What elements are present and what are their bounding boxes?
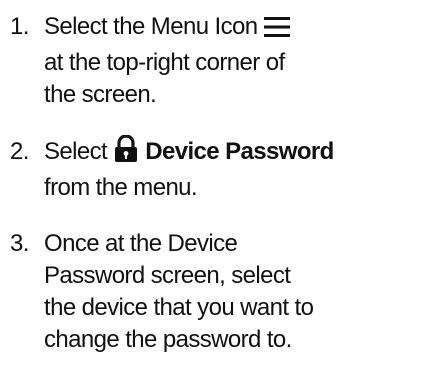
step-1-text: Select the Menu Icon xyxy=(44,13,258,40)
step-1-line-3: the screen. xyxy=(44,81,157,108)
lock-icon xyxy=(113,134,139,172)
step-3-number: 3. xyxy=(10,230,29,257)
step-1-line-2: at the top-right corner of xyxy=(44,49,285,76)
step-3-text: Once at the Device xyxy=(44,230,238,257)
step-2-number: 2. xyxy=(10,138,29,165)
step-3-line-2: Password screen, select xyxy=(44,262,291,289)
step-2-line-2: from the menu. xyxy=(44,174,198,201)
step-3-line-4: change the password to. xyxy=(44,326,292,353)
step-2-select-text: Select xyxy=(44,138,108,165)
step-1-line-1: 1. Select the Menu Icon xyxy=(10,11,290,47)
step-3-line-3: the device that you want to xyxy=(44,294,314,321)
device-password-label: Device Password xyxy=(145,138,334,165)
instruction-step-2: 2. Select Device Password from the menu. xyxy=(10,134,334,204)
instruction-step-1: 1. Select the Menu Icon at the top-right … xyxy=(10,11,290,111)
step-3-line-1: 3. Once at the Device xyxy=(10,228,313,260)
instruction-step-3: 3. Once at the Device Password screen, se… xyxy=(10,228,314,356)
step-2-line-1: 2. Select Device Password xyxy=(10,134,334,172)
menu-icon xyxy=(263,15,290,47)
step-1-number: 1. xyxy=(10,13,29,40)
